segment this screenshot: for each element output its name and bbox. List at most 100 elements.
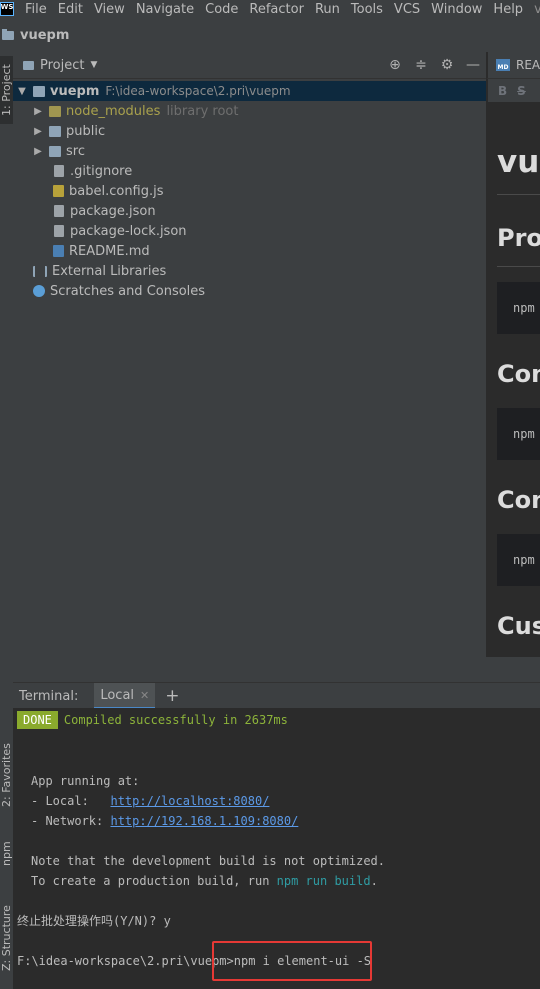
- menu-code[interactable]: Code: [205, 2, 238, 17]
- tree-item-src[interactable]: ▶ src: [13, 141, 486, 161]
- prod-command: npm run build: [276, 874, 371, 888]
- tree-item-readme[interactable]: README.md: [13, 241, 486, 261]
- markdown-preview: vue Pro npm Com npm Com npm Cus: [486, 102, 540, 657]
- terminal-line: 终止批处理操作吗(Y/N)? y: [17, 914, 171, 928]
- chevron-down-icon: ▼: [90, 60, 98, 70]
- menu-view[interactable]: View: [94, 2, 125, 17]
- library-icon: [33, 265, 47, 277]
- scratches-icon: [33, 285, 45, 297]
- compiled-message: Compiled successfully in 2637ms: [63, 713, 288, 727]
- tree-item-path: F:\idea-workspace\2.pri\vuepm: [105, 84, 291, 98]
- markdown-file-icon: MD: [496, 59, 510, 71]
- tree-item-external-libraries[interactable]: External Libraries: [13, 261, 486, 281]
- preview-code-block: npm: [497, 282, 540, 334]
- prompt-path: F:\idea-workspace\2.pri\vuepm>: [17, 954, 234, 968]
- terminal-line: App running at:: [31, 774, 140, 788]
- preview-code-block: npm: [497, 534, 540, 586]
- divider: [497, 194, 540, 195]
- terminal-tab-local[interactable]: Local ✕: [94, 683, 156, 709]
- navigation-bar: vuepm: [0, 18, 540, 53]
- tree-item-label: babel.config.js: [69, 183, 164, 199]
- terminal-header: Terminal: Local ✕ +: [13, 682, 540, 709]
- preview-heading-2: Pro: [497, 224, 540, 252]
- highlight-box: [212, 941, 372, 981]
- js-file-icon: [53, 185, 64, 197]
- menu-vcs[interactable]: VCS: [394, 2, 420, 17]
- tree-item-label: package-lock.json: [70, 223, 187, 239]
- folder-icon: [2, 28, 14, 40]
- tree-item-scratches[interactable]: Scratches and Consoles: [13, 281, 486, 301]
- preview-code-block: npm: [497, 408, 540, 460]
- network-url-link[interactable]: http://192.168.1.109:8080/: [110, 814, 298, 828]
- expand-arrow-icon[interactable]: ▼: [17, 86, 27, 97]
- folder-icon: [49, 105, 61, 117]
- local-url-link[interactable]: http://localhost:8080/: [110, 794, 269, 808]
- preview-heading-1: vue: [497, 144, 540, 180]
- tree-item-babel-config[interactable]: babel.config.js: [13, 181, 486, 201]
- file-icon: [54, 165, 64, 177]
- terminal-tab-label: Local: [100, 687, 135, 703]
- project-panel-header: Project ▼ ⊕ ≑ ⚙ —: [13, 52, 486, 79]
- tree-item-public[interactable]: ▶ public: [13, 121, 486, 141]
- expand-arrow-icon[interactable]: ▶: [33, 106, 43, 117]
- menu-navigate[interactable]: Navigate: [136, 2, 194, 17]
- project-panel-title: Project: [40, 57, 85, 73]
- preview-heading-2: Com: [497, 360, 540, 388]
- menu-edit[interactable]: Edit: [58, 2, 83, 17]
- tab-structure[interactable]: Z: Structure: [0, 898, 13, 978]
- terminal-line: - Network: http://192.168.1.109:8080/: [31, 811, 298, 831]
- tree-item-label: public: [66, 123, 106, 139]
- menu-window[interactable]: Window: [431, 2, 482, 17]
- markdown-toolbar: B S: [486, 78, 540, 103]
- webstorm-logo: WS: [0, 2, 14, 16]
- tree-item-label: .gitignore: [70, 163, 133, 179]
- prod-prefix: To create a production build, run: [31, 874, 277, 888]
- close-icon[interactable]: ✕: [140, 689, 149, 702]
- expand-arrow-icon[interactable]: ▶: [33, 126, 43, 137]
- menu-tools[interactable]: Tools: [351, 2, 383, 17]
- tab-favorites[interactable]: 2: Favorites: [0, 742, 13, 808]
- tree-item-label: External Libraries: [52, 263, 167, 279]
- preview-heading-2: Cus: [497, 612, 540, 640]
- tree-item-root[interactable]: ▼ vuepm F:\idea-workspace\2.pri\vuepm: [13, 81, 486, 101]
- divider: [497, 266, 540, 267]
- tree-item-label: vuepm: [50, 83, 100, 99]
- add-icon[interactable]: +: [165, 686, 179, 706]
- tab-project[interactable]: 1: Project: [0, 56, 13, 124]
- terminal-line: DONE Compiled successfully in 2637ms: [17, 710, 288, 730]
- project-view-selector[interactable]: Project ▼: [23, 58, 97, 73]
- locate-icon[interactable]: ⊕: [382, 57, 408, 73]
- tree-item-package-json[interactable]: package.json: [13, 201, 486, 221]
- folder-icon: [33, 85, 45, 97]
- terminal-title: Terminal:: [19, 688, 79, 704]
- collapse-all-icon[interactable]: ≑: [408, 57, 434, 73]
- breadcrumb-project[interactable]: vuepm: [20, 28, 69, 43]
- editor-tab-readme[interactable]: MD REA: [486, 52, 540, 78]
- tree-item-gitignore[interactable]: .gitignore: [13, 161, 486, 181]
- gear-icon[interactable]: ⚙: [434, 57, 460, 73]
- menu-help[interactable]: Help: [493, 2, 523, 17]
- project-panel: Project ▼ ⊕ ≑ ⚙ — ▼ vuepm F:\idea-worksp…: [13, 52, 486, 682]
- strikethrough-button[interactable]: S: [517, 84, 526, 98]
- tree-item-package-lock[interactable]: package-lock.json: [13, 221, 486, 241]
- tree-item-tag: library root: [166, 103, 239, 119]
- local-label: - Local:: [31, 794, 111, 808]
- markdown-file-icon: [53, 245, 64, 257]
- hide-icon[interactable]: —: [460, 57, 486, 73]
- tree-item-node-modules[interactable]: ▶ node_modules library root: [13, 101, 486, 121]
- menu-file[interactable]: File: [25, 2, 47, 17]
- tree-item-label: package.json: [70, 203, 156, 219]
- expand-arrow-icon[interactable]: ▶: [33, 146, 43, 157]
- json-file-icon: [54, 225, 64, 237]
- tab-npm[interactable]: npm: [0, 834, 13, 874]
- network-label: - Network:: [31, 814, 111, 828]
- terminal-line: To create a production build, run npm ru…: [31, 871, 378, 891]
- folder-icon: [23, 60, 34, 70]
- bold-button[interactable]: B: [498, 84, 507, 98]
- json-file-icon: [54, 205, 64, 217]
- folder-icon: [49, 145, 61, 157]
- menu-run[interactable]: Run: [315, 2, 340, 17]
- menu-refactor[interactable]: Refactor: [249, 2, 304, 17]
- preview-heading-2: Com: [497, 486, 540, 514]
- tree-item-label: Scratches and Consoles: [50, 283, 206, 299]
